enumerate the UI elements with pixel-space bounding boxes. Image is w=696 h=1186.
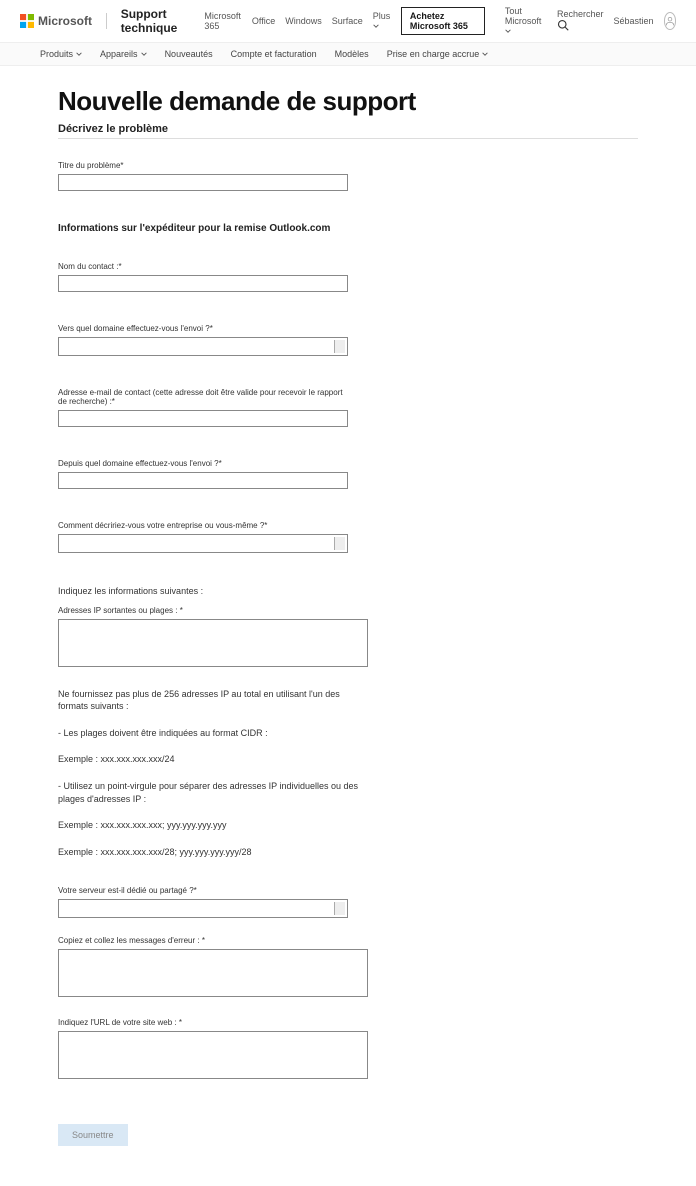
buy-m365-button[interactable]: Achetez Microsoft 365 bbox=[401, 7, 485, 35]
microsoft-icon bbox=[20, 14, 34, 28]
label-contact-name: Nom du contact :* bbox=[58, 262, 348, 271]
info-max-ips: Ne fournissez pas plus de 256 adresses I… bbox=[58, 688, 368, 713]
label-contact-email: Adresse e-mail de contact (cette adresse… bbox=[58, 388, 348, 406]
microsoft-logo[interactable]: Microsoft bbox=[20, 14, 92, 28]
label-outgoing-ips: Adresses IP sortantes ou plages : * bbox=[58, 606, 368, 615]
sub-navigation: Produits Appareils Nouveautés Compte et … bbox=[0, 43, 696, 66]
textarea-outgoing-ips[interactable] bbox=[58, 619, 368, 667]
section-sender-info: Informations sur l'expéditeur pour la re… bbox=[58, 223, 638, 234]
chevron-down-icon bbox=[76, 49, 82, 59]
submit-button[interactable]: Soumettre bbox=[58, 1124, 128, 1146]
label-describe-org: Comment décririez-vous votre entreprise … bbox=[58, 521, 348, 530]
label-website-url: Indiquez l'URL de votre site web : * bbox=[58, 1018, 368, 1027]
info-cidr: - Les plages doivent être indiquées au f… bbox=[58, 727, 368, 740]
textarea-error-messages[interactable] bbox=[58, 949, 368, 997]
label-problem-title: Titre du problème* bbox=[58, 161, 348, 170]
microsoft-logo-text: Microsoft bbox=[38, 14, 92, 28]
person-icon bbox=[665, 16, 675, 26]
input-domain-from[interactable] bbox=[58, 472, 348, 489]
input-problem-title[interactable] bbox=[58, 174, 348, 191]
nav-office[interactable]: Office bbox=[252, 16, 275, 26]
input-contact-email[interactable] bbox=[58, 410, 348, 427]
input-contact-name[interactable] bbox=[58, 275, 348, 292]
nav-m365[interactable]: Microsoft 365 bbox=[204, 11, 242, 31]
user-name[interactable]: Sébastien bbox=[614, 16, 654, 26]
brand-support[interactable]: Support technique bbox=[121, 7, 195, 35]
subnav-news[interactable]: Nouveautés bbox=[165, 49, 213, 59]
chevron-down-icon bbox=[141, 49, 147, 59]
select-server-type[interactable] bbox=[58, 899, 348, 918]
search-link[interactable]: Rechercher bbox=[557, 9, 604, 33]
subnav-devices[interactable]: Appareils bbox=[100, 49, 147, 59]
label-domain-from: Depuis quel domaine effectuez-vous l'env… bbox=[58, 459, 348, 468]
label-domain-to: Vers quel domaine effectuez-vous l'envoi… bbox=[58, 324, 348, 333]
support-form-page: Nouvelle demande de support Décrivez le … bbox=[58, 66, 638, 1186]
select-domain-to[interactable] bbox=[58, 337, 348, 356]
nav-surface[interactable]: Surface bbox=[332, 16, 363, 26]
subnav-account[interactable]: Compte et facturation bbox=[231, 49, 317, 59]
page-title: Nouvelle demande de support bbox=[58, 86, 638, 117]
nav-plus[interactable]: Plus bbox=[373, 11, 391, 31]
user-avatar[interactable] bbox=[664, 12, 676, 30]
nav-windows[interactable]: Windows bbox=[285, 16, 322, 26]
search-icon bbox=[557, 23, 569, 33]
chevron-down-icon bbox=[505, 26, 511, 36]
all-microsoft-menu[interactable]: Tout Microsoft bbox=[505, 6, 547, 36]
top-navigation: Microsoft Support technique Microsoft 36… bbox=[0, 0, 696, 43]
info-following: Indiquez les informations suivantes : bbox=[58, 585, 368, 598]
label-server-type: Votre serveur est-il dédié ou partagé ?* bbox=[58, 886, 348, 895]
subnav-templates[interactable]: Modèles bbox=[335, 49, 369, 59]
section-describe-problem: Décrivez le problème bbox=[58, 123, 638, 139]
select-describe-org[interactable] bbox=[58, 534, 348, 553]
subnav-products[interactable]: Produits bbox=[40, 49, 82, 59]
chevron-down-icon bbox=[482, 49, 488, 59]
textarea-website-url[interactable] bbox=[58, 1031, 368, 1079]
label-error-messages: Copiez et collez les messages d'erreur :… bbox=[58, 936, 368, 945]
info-example-1: Exemple : xxx.xxx.xxx.xxx/24 bbox=[58, 753, 368, 766]
info-example-3: Exemple : xxx.xxx.xxx.xxx/28; yyy.yyy.yy… bbox=[58, 846, 368, 859]
info-example-2: Exemple : xxx.xxx.xxx.xxx; yyy.yyy.yyy.y… bbox=[58, 819, 368, 832]
subnav-premium[interactable]: Prise en charge accrue bbox=[387, 49, 489, 59]
chevron-down-icon bbox=[373, 21, 379, 31]
divider bbox=[106, 13, 107, 29]
info-semicolon: - Utilisez un point-virgule pour séparer… bbox=[58, 780, 368, 805]
